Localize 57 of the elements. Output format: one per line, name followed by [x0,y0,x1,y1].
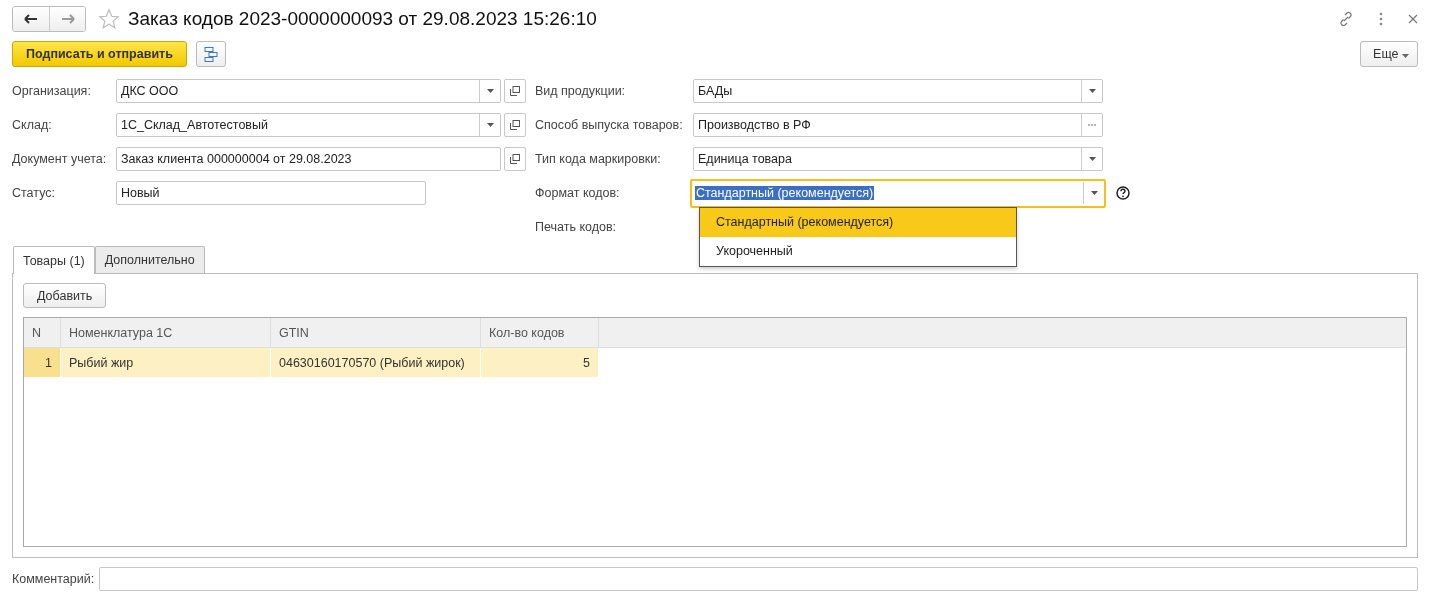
add-button[interactable]: Добавить [23,283,107,308]
window-title: Заказ кодов 2023-0000000093 от 29.08.2023 15:26:10 [128,8,597,30]
open-window-icon [510,154,520,164]
caret-icon [1402,54,1409,58]
column-header: Кол-во кодов [481,318,599,347]
hierarchy-icon [202,46,219,62]
close-icon[interactable] [1408,14,1418,24]
help-icon[interactable] [1116,186,1130,200]
input-field[interactable]: Производство в РФ [693,113,1103,137]
caret-icon [486,89,494,93]
open-button[interactable] [504,147,526,171]
caret-icon [486,123,494,127]
comment-label: Комментарий: [12,572,95,586]
structure-button[interactable] [195,41,226,67]
open-button[interactable] [504,113,526,137]
tab[interactable]: Дополнительно [94,246,205,273]
right-arrow-icon [60,14,75,24]
table-cell: 5 [481,348,599,377]
field-label: Вид продукции: [535,84,627,98]
dropdown-option[interactable]: Укороченный [700,237,1016,266]
table-cell: Рыбий жир [61,348,271,377]
table-cell: 1 [24,348,61,377]
star-icon[interactable] [98,8,120,30]
input-field[interactable]: Стандартный (рекомендуется) [690,178,1106,208]
input-field[interactable]: Единица товара [693,147,1103,171]
field-label: Организация: [12,84,92,98]
open-window-icon [510,86,520,96]
open-window-icon [510,120,520,130]
caret-icon [1088,89,1096,93]
field-label: Склад: [12,118,53,132]
field-label: Формат кодов: [535,186,621,200]
more-options-icon[interactable] [1378,12,1384,26]
column-header: GTIN [271,318,481,347]
field-label: Тип кода маркировки: [535,152,662,166]
caret-icon [1088,157,1096,161]
open-button[interactable] [504,79,526,103]
left-arrow-icon [24,14,38,24]
column-header: N [24,318,61,347]
dropdown-option[interactable]: Стандартный (рекомендуется) [700,208,1016,237]
link-icon[interactable] [1338,11,1354,27]
field-label: Способ выпуска товаров: [535,118,684,132]
field-label: Печать кодов: [535,220,618,234]
caret-icon [1090,191,1098,195]
back-button[interactable] [13,7,49,31]
field-label: Документ учета: [12,152,108,166]
field-label: Статус: [12,186,56,200]
input-field[interactable]: Новый [116,181,426,205]
tab[interactable]: Товары (1) [13,246,95,274]
input-field[interactable]: ДКС ООО [116,79,501,103]
input-field[interactable]: БАДы [693,79,1103,103]
input-field[interactable]: 1С_Склад_Автотестовый [116,113,501,137]
sign-and-send-button[interactable]: Подписать и отправить [12,41,187,67]
input-field[interactable]: Заказ клиента 000000004 от 29.08.2023 [116,147,501,171]
comment-field[interactable] [99,567,1418,591]
more-button[interactable]: Еще [1360,41,1418,67]
table-cell: 04630160170570 (Рыбий жирок) [271,348,481,377]
column-header: Номенклатура 1С [61,318,271,347]
